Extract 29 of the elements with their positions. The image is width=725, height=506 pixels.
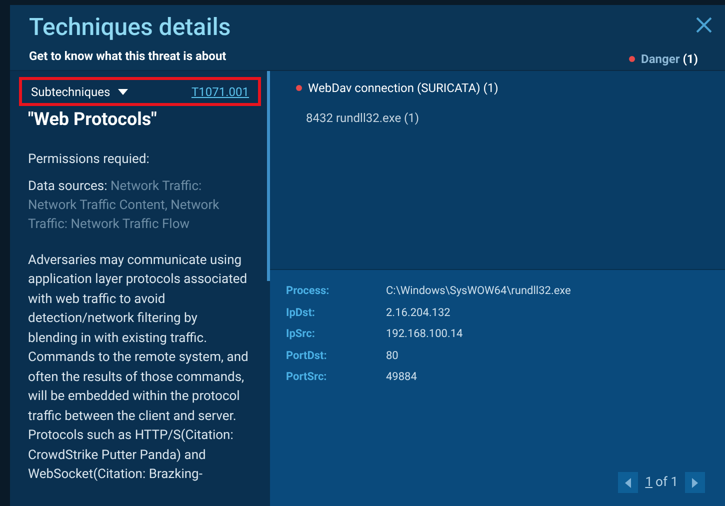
- detail-value: 192.168.100.14: [386, 326, 464, 342]
- technique-name: "Web Protocols": [28, 108, 158, 132]
- detail-value: 49884: [386, 369, 418, 385]
- modal-title: Techniques details: [29, 13, 231, 41]
- description-text: Protocols such as HTTP/S(Citation: CrowdStrike Putter Panda) and WebSocket(Citation: Brazking-: [28, 427, 234, 484]
- current-page: 1: [645, 474, 653, 492]
- modal-subtitle: Get to know what this threat is about: [29, 48, 228, 65]
- left-triangle-icon: [625, 478, 632, 488]
- detail-key: PortDst:: [286, 348, 386, 364]
- right-triangle-icon: [692, 478, 698, 488]
- scrollbar[interactable]: [267, 71, 270, 281]
- detail-value: 80: [386, 348, 400, 364]
- detail-key: PortSrc:: [286, 369, 386, 386]
- alert-title[interactable]: WebDav connection (SURICATA) (1): [308, 79, 498, 97]
- data-sources-text: Data sources: Network Traffic: Network Traffic Content, Network Traffic: Network Traffic Flow: [28, 178, 220, 234]
- technique-id-link[interactable]: T1071.001: [191, 82, 249, 100]
- page-total: of 1: [656, 474, 678, 492]
- process-item[interactable]: 8432 rundll32.exe (1): [306, 109, 699, 127]
- close-button[interactable]: [694, 15, 714, 35]
- description-text: Adversaries may communicate using application layer protocols associated with web traffic to avoid detection/network filtering by blending in with existing traffic. Commands to the remote system, and often the results of those commands, will be embedded within the protocol traffic between the client and server.: [28, 252, 250, 426]
- detail-key: IpDst:: [286, 304, 386, 321]
- detail-key: IpSrc:: [286, 326, 386, 342]
- detail-value: 2.16.204.132: [386, 304, 452, 320]
- detail-key: Process:: [286, 283, 386, 300]
- permissions-label: Permissions requied:: [28, 151, 150, 169]
- severity-label: Danger (1): [641, 51, 698, 68]
- caret-icon: [118, 88, 128, 94]
- subtechniques-dropdown[interactable]: Subtechniques: [31, 82, 128, 100]
- detail-value: C:\Windows\SysWOW64\rundll32.exe: [386, 283, 572, 299]
